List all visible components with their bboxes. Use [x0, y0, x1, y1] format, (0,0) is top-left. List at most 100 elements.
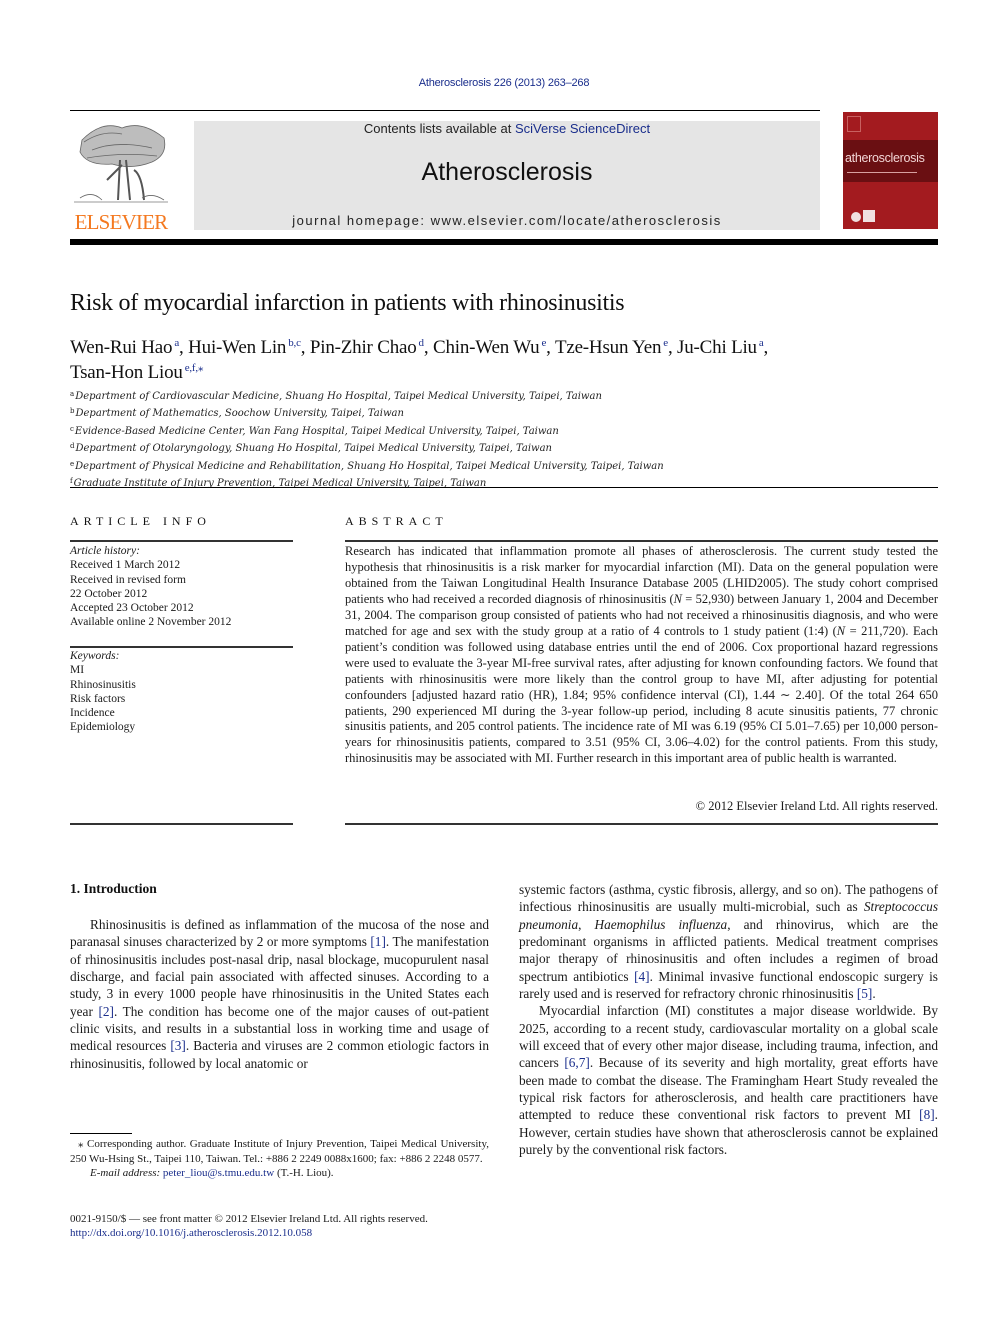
- citation-link[interactable]: [2]: [98, 1004, 114, 1019]
- contents-line: Contents lists available at SciVerse Sci…: [194, 121, 820, 136]
- abstract-var: N: [836, 623, 846, 638]
- paragraph: systemic factors (asthma, cystic fibrosi…: [519, 881, 938, 1002]
- article-history: Article history: Received 1 March 2012 R…: [70, 544, 293, 630]
- abstract-rule: [345, 540, 938, 542]
- citation-link[interactable]: [1]: [370, 934, 386, 949]
- corresponding-text: ⁎ Corresponding author. Graduate Institu…: [70, 1138, 489, 1165]
- abstract-part: = 211,720). Each patient’s condition was…: [345, 623, 938, 766]
- affiliation: fGraduate Institute of Injury Prevention…: [70, 474, 930, 491]
- header-rule: [70, 110, 820, 111]
- footnote-rule: [70, 1133, 132, 1134]
- header-thick-rule: [70, 239, 938, 245]
- keywords-rule: [70, 646, 293, 648]
- history-item: Available online 2 November 2012: [70, 616, 232, 629]
- abstract-copyright: © 2012 Elsevier Ireland Ltd. All rights …: [695, 799, 938, 813]
- article-title: Risk of myocardial infarction in patient…: [70, 290, 625, 316]
- contents-prefix: Contents lists available at: [363, 121, 515, 136]
- front-matter-text: 0021-9150/$ — see front matter © 2012 El…: [70, 1213, 428, 1225]
- history-item: Accepted 23 October 2012: [70, 602, 194, 615]
- history-item: Received in revised form: [70, 573, 186, 586]
- author-separator: ,: [300, 337, 310, 358]
- affiliation-key: c: [70, 424, 74, 433]
- cover-logo-icon: [847, 116, 861, 132]
- sciencedirect-link[interactable]: SciVerse ScienceDirect: [515, 121, 650, 136]
- journal-citation[interactable]: Atherosclerosis 226 (2013) 263–268: [0, 77, 992, 89]
- history-label: Article history:: [70, 545, 140, 557]
- author-name: Wen-Rui Hao: [70, 337, 173, 358]
- affiliation: aDepartment of Cardiovascular Medicine, …: [70, 387, 930, 404]
- keyword: Rhinosinusitis: [70, 678, 136, 691]
- affiliations: aDepartment of Cardiovascular Medicine, …: [70, 387, 930, 491]
- section-heading-introduction: 1. Introduction: [70, 881, 157, 896]
- affiliation-text: Department of Cardiovascular Medicine, S…: [75, 391, 602, 402]
- citation-link[interactable]: [3]: [170, 1038, 186, 1053]
- email-suffix: (T.-H. Liou).: [274, 1167, 334, 1179]
- text: .: [872, 986, 876, 1002]
- author-affiliation-link[interactable]: e,f,⁎: [185, 362, 204, 374]
- affiliation-key: f: [70, 477, 73, 486]
- author-name: Hui-Wen Lin: [188, 337, 287, 358]
- keywords-label: Keywords:: [70, 650, 120, 662]
- citation-link[interactable]: [6,7]: [564, 1055, 589, 1070]
- body-column-right: systemic factors (asthma, cystic fibrosi…: [519, 881, 938, 1159]
- affiliation-text: Department of Physical Medicine and Reha…: [75, 460, 664, 472]
- author-name: Ju-Chi Liu: [677, 337, 757, 358]
- email-line: E-mail address: peter_liou@s.tmu.edu.tw …: [70, 1166, 489, 1181]
- section-rule: [70, 487, 938, 488]
- journal-homepage[interactable]: journal homepage: www.elsevier.com/locat…: [194, 213, 820, 228]
- elsevier-logo: ELSEVIER: [70, 120, 172, 234]
- abstract-heading: ABSTRACT: [345, 514, 448, 528]
- journal-name: Atherosclerosis: [421, 158, 593, 186]
- email-link[interactable]: peter_liou@s.tmu.edu.tw: [163, 1167, 274, 1179]
- keyword: Incidence: [70, 707, 115, 720]
- article-info-bottom-rule: [70, 823, 293, 825]
- citation-link[interactable]: [5]: [857, 986, 873, 1001]
- text: ,: [578, 916, 595, 932]
- author-name: Chin-Wen Wu: [432, 337, 540, 358]
- author-separator: ,: [179, 337, 189, 358]
- affiliation: cEvidence-Based Medicine Center, Wan Fan…: [70, 422, 930, 439]
- citation-link[interactable]: [4]: [634, 969, 650, 984]
- journal-masthead: Contents lists available at SciVerse Sci…: [194, 121, 820, 230]
- email-label: E-mail address:: [90, 1167, 163, 1179]
- paragraph: Myocardial infarction (MI) constitutes a…: [519, 1002, 938, 1158]
- cover-society-icon: [851, 212, 861, 222]
- species-name: Haemophilus influenza: [594, 916, 728, 932]
- publisher-wordmark: ELSEVIER: [74, 210, 169, 234]
- author-list: Wen-Rui Hao a, Hui-Wen Lin b,c, Pin-Zhir C…: [70, 333, 930, 383]
- affiliation-key: b: [70, 407, 75, 416]
- affiliation-key: e: [70, 459, 75, 468]
- author-name: Tsan-Hon Liou: [70, 362, 183, 383]
- doi-link[interactable]: http://dx.doi.org/10.1016/j.atherosclero…: [70, 1227, 312, 1239]
- affiliation-text: Department of Mathematics, Soochow Unive…: [75, 408, 404, 420]
- article-info-rule: [70, 540, 293, 542]
- affiliation-key: d: [70, 442, 75, 451]
- body-column-left: Rhinosinusitis is defined as inflammatio…: [70, 916, 489, 1072]
- cover-divider: [847, 172, 917, 173]
- cover-title: atherosclerosis: [845, 151, 925, 165]
- author-separator: ,: [423, 337, 433, 358]
- affiliation-text: Evidence-Based Medicine Center, Wan Fang…: [74, 425, 559, 437]
- keyword: MI: [70, 664, 85, 677]
- affiliation: bDepartment of Mathematics, Soochow Univ…: [70, 404, 930, 421]
- history-item: 22 October 2012: [70, 587, 148, 600]
- journal-cover-image: atherosclerosis: [843, 112, 938, 229]
- cover-society-icon-2: [863, 210, 875, 222]
- elsevier-tree-icon: [72, 120, 170, 208]
- author-affiliation-link[interactable]: b,c: [288, 337, 301, 349]
- history-item: Received 1 March 2012: [70, 559, 181, 572]
- affiliation: eDepartment of Physical Medicine and Reh…: [70, 457, 930, 474]
- abstract-var: N: [673, 591, 682, 606]
- abstract-bottom-rule: [345, 823, 938, 825]
- citation-link[interactable]: [8]: [919, 1107, 935, 1122]
- author-separator: ,: [546, 337, 555, 358]
- affiliation: dDepartment of Otolaryngology, Shuang Ho…: [70, 439, 930, 456]
- author-separator: ,: [667, 337, 678, 358]
- affiliation-key: a: [70, 390, 75, 398]
- paragraph: Rhinosinusitis is defined as inflammatio…: [70, 916, 489, 1072]
- keywords: Keywords: MI Rhinosinusitis Risk factors…: [70, 649, 293, 735]
- article-info-heading: ARTICLE INFO: [70, 514, 211, 528]
- abstract-text: Research has indicated that inflammation…: [345, 544, 938, 767]
- affiliation-text: Department of Otolaryngology, Shuang Ho …: [75, 443, 552, 455]
- keyword: Epidemiology: [70, 721, 136, 734]
